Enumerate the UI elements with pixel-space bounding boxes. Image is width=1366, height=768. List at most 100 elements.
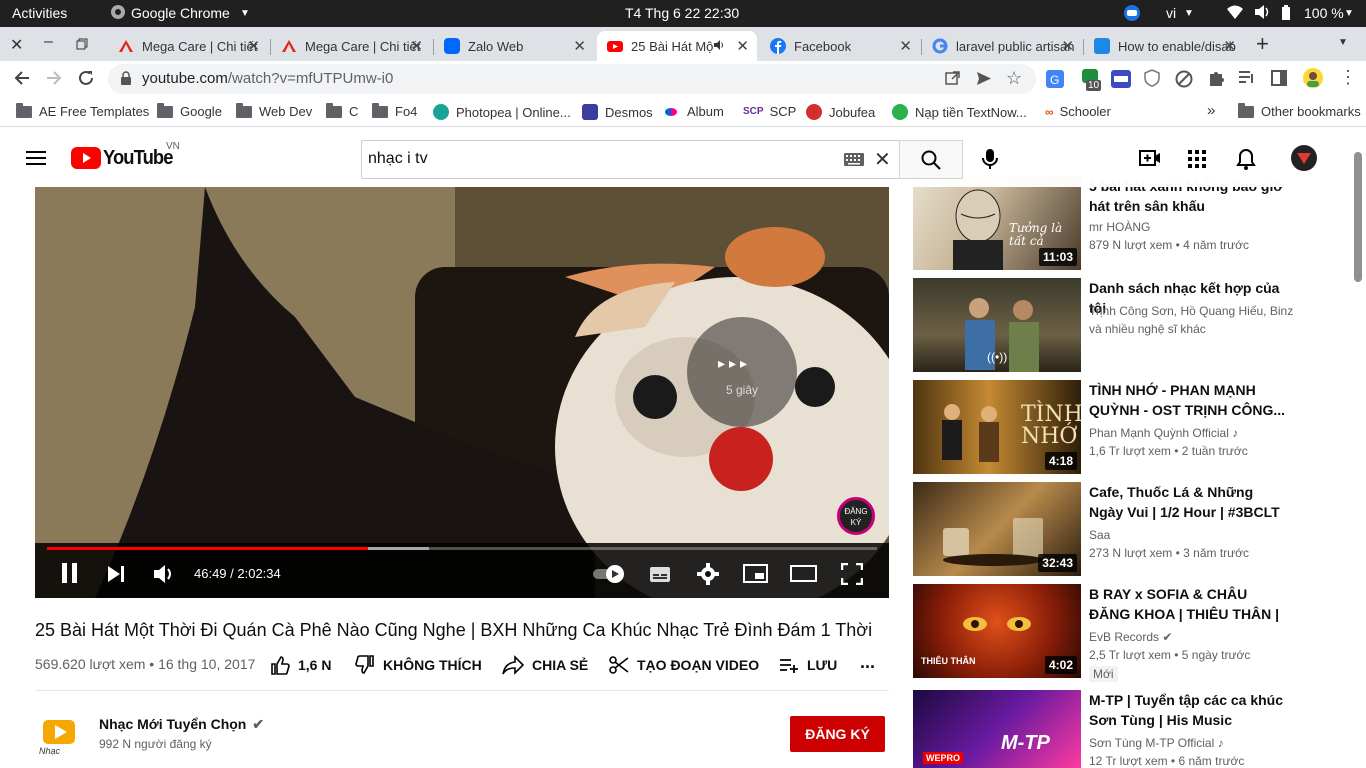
bookmark-scp[interactable]: SCP SCP <box>743 104 796 119</box>
miniplayer-icon[interactable] <box>743 564 769 589</box>
related-video-item[interactable]: TÌNH NHỚ 4:18 TÌNH NHỚ - PHAN MẠNH QUỲNH… <box>913 380 1293 476</box>
subscribe-button[interactable]: ĐĂNG KÝ <box>790 716 885 752</box>
bookmark-photopea[interactable]: Photopea | Online... <box>433 104 571 120</box>
related-video-channel[interactable]: Trịnh Công Sơn, Hồ Quang Hiếu, Binz <box>1089 304 1293 318</box>
video-thumbnail[interactable]: M-TP WEPRO <box>913 690 1081 768</box>
activities-button[interactable]: Activities <box>12 5 67 21</box>
lock-icon[interactable] <box>120 71 132 89</box>
bookmark-folder[interactable]: Web Dev <box>236 102 312 119</box>
app-menu[interactable]: Google Chrome <box>131 5 230 21</box>
theater-mode-icon[interactable] <box>790 565 818 588</box>
tab-search-icon[interactable]: ▼ <box>1338 37 1348 48</box>
tab-mega-care-2[interactable]: Mega Care | Chi tiết ✕ <box>271 31 431 61</box>
related-video-title[interactable]: TÌNH NHỚ - PHAN MẠNH QUỲNH - OST TRỊNH C… <box>1089 380 1289 420</box>
pause-icon[interactable] <box>61 563 79 588</box>
media-controls-icon[interactable] <box>1238 70 1256 91</box>
tab-facebook[interactable]: Facebook ✕ <box>760 31 920 61</box>
language-indicator[interactable]: vi <box>1166 5 1176 21</box>
shield-extension-icon[interactable] <box>1144 69 1160 92</box>
close-tab-icon[interactable]: ✕ <box>247 37 260 55</box>
bookmark-folder[interactable]: Google <box>157 102 222 119</box>
forward-icon[interactable] <box>45 69 63 92</box>
video-thumbnail[interactable]: ((•)) <box>913 278 1081 372</box>
more-actions-button[interactable]: ... <box>860 652 875 673</box>
bookmark-desmos[interactable]: Desmos <box>582 104 653 120</box>
related-video-title[interactable]: M-TP | Tuyển tập các ca khúc Sơn Tùng | … <box>1089 690 1289 730</box>
more-bookmarks-button[interactable]: » <box>1207 102 1215 119</box>
minimize-window-icon[interactable]: – <box>44 33 53 51</box>
tab-google-search[interactable]: laravel public artisan ✕ <box>922 31 1082 61</box>
other-bookmarks-folder[interactable]: Other bookmarks <box>1238 102 1361 119</box>
voice-search-icon[interactable] <box>982 148 998 175</box>
video-thumbnail[interactable]: TÌNH NHỚ 4:18 <box>913 380 1081 474</box>
messaging-tray-icon[interactable] <box>1123 4 1141 25</box>
bookmark-textnow[interactable]: Nạp tiền TextNow... <box>892 104 1027 120</box>
save-button[interactable]: LƯU <box>779 655 837 675</box>
notifications-bell-icon[interactable] <box>1236 148 1256 175</box>
like-button[interactable]: 1,6 N <box>270 655 331 675</box>
new-tab-button[interactable]: + <box>1256 31 1269 57</box>
clip-button[interactable]: TẠO ĐOẠN VIDEO <box>609 655 759 675</box>
open-in-app-icon[interactable] <box>945 71 960 90</box>
close-tab-icon[interactable]: ✕ <box>410 37 423 55</box>
close-window-icon[interactable]: ✕ <box>10 35 23 55</box>
guide-menu-icon[interactable] <box>26 150 46 171</box>
search-button[interactable] <box>899 140 963 179</box>
next-video-icon[interactable] <box>107 565 125 588</box>
related-video-item[interactable]: THIÊU THÂN 4:02 B RAY x SOFIA & CHÂU ĐĂN… <box>913 584 1293 684</box>
restore-window-icon[interactable] <box>76 37 88 55</box>
wifi-icon[interactable] <box>1226 4 1244 23</box>
subscribe-watermark-button[interactable]: ĐĂNG KÝ <box>837 497 875 535</box>
related-video-channel[interactable]: mr HOÀNG <box>1089 220 1150 234</box>
blocker-extension-icon[interactable] <box>1175 70 1193 93</box>
progress-bar[interactable] <box>47 547 877 550</box>
youtube-logo[interactable]: YouTube VN <box>71 141 180 174</box>
google-translate-extension-icon[interactable]: G <box>1046 70 1064 93</box>
video-thumbnail[interactable]: Tưởng là tất cả 11:03 <box>913 176 1081 270</box>
account-avatar[interactable] <box>1291 145 1317 176</box>
system-menu-arrow-icon[interactable]: ▼ <box>1344 8 1354 19</box>
extensions-puzzle-icon[interactable] <box>1207 69 1225 92</box>
related-video-title[interactable]: B RAY x SOFIA & CHÂU ĐĂNG KHOA | THIÊU T… <box>1089 584 1289 624</box>
battery-icon[interactable] <box>1281 4 1291 24</box>
close-tab-icon[interactable]: ✕ <box>899 37 912 55</box>
channel-avatar[interactable]: Nhạc <box>35 710 83 763</box>
close-tab-icon[interactable]: ✕ <box>1223 37 1236 55</box>
bookmark-album[interactable]: Album <box>665 104 724 119</box>
clear-search-icon[interactable]: ✕ <box>874 147 891 172</box>
related-video-item[interactable]: M-TP WEPRO M-TP | Tuyển tập các ca khúc … <box>913 690 1293 768</box>
related-video-channel[interactable]: Saa <box>1089 528 1110 542</box>
clock[interactable]: T4 Thg 6 22 22:30 <box>625 5 739 21</box>
close-tab-icon[interactable]: ✕ <box>573 37 586 55</box>
extension-badge-icon[interactable]: 10 <box>1080 69 1102 94</box>
dislike-button[interactable]: KHÔNG THÍCH <box>355 655 482 675</box>
bookmark-folder[interactable]: AE Free Templates <box>16 102 149 119</box>
bookmark-jobufea[interactable]: Jobufea <box>806 104 875 120</box>
video-player[interactable]: ▸▸▸ 5 giây ĐĂNG KÝ 46:49 / 2:02:34 <box>35 187 889 598</box>
fullscreen-icon[interactable] <box>840 562 864 590</box>
close-tab-icon[interactable]: ✕ <box>736 37 749 55</box>
volume-icon[interactable] <box>153 563 177 590</box>
skip-ad-overlay[interactable]: ▸▸▸ 5 giây <box>687 317 797 427</box>
related-video-item[interactable]: 32:43 Cafe, Thuốc Lá & Những Ngày Vui | … <box>913 482 1293 578</box>
related-video-title[interactable]: Cafe, Thuốc Lá & Những Ngày Vui | 1/2 Ho… <box>1089 482 1289 522</box>
profile-avatar[interactable] <box>1302 67 1324 94</box>
back-icon[interactable] <box>13 69 31 92</box>
keyboard-icon[interactable] <box>844 153 864 171</box>
meet-extension-icon[interactable] <box>1111 70 1131 93</box>
tab-zalo[interactable]: Zalo Web ✕ <box>434 31 594 61</box>
search-input[interactable]: nhạc i tv ✕ <box>361 140 900 179</box>
share-button[interactable]: CHIA SẺ <box>502 655 588 675</box>
address-bar[interactable]: youtube.com/watch?v=mfUTPUmw-i0 ☆ <box>108 64 1036 94</box>
video-thumbnail[interactable]: THIÊU THÂN 4:02 <box>913 584 1081 678</box>
subtitles-icon[interactable] <box>649 566 671 588</box>
bookmark-star-icon[interactable]: ☆ <box>1006 68 1022 89</box>
tab-audio-playing-icon[interactable] <box>713 39 725 54</box>
create-video-icon[interactable] <box>1139 149 1161 172</box>
settings-gear-icon[interactable] <box>697 563 719 590</box>
send-to-devices-icon[interactable] <box>976 71 992 90</box>
channel-name[interactable]: Nhạc Mới Tuyển Chọn ✔ <box>99 716 264 733</box>
apps-grid-icon[interactable] <box>1188 150 1206 173</box>
related-video-item[interactable]: Tưởng là tất cả 11:03 5 bài hát xanh khô… <box>913 176 1293 272</box>
bookmark-folder[interactable]: C <box>326 102 358 119</box>
